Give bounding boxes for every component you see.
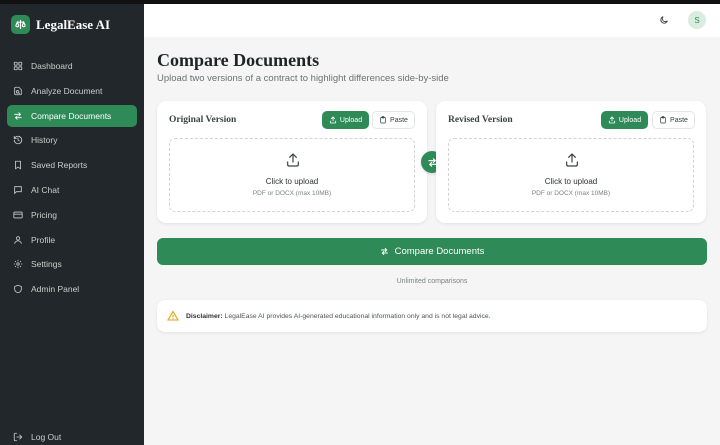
avatar[interactable]: S bbox=[688, 11, 706, 29]
sidebar-item-profile[interactable]: Profile bbox=[7, 229, 137, 251]
paste-label: Paste bbox=[670, 116, 688, 124]
sidebar-item-label: Pricing bbox=[31, 209, 57, 220]
sidebar-item-history[interactable]: History bbox=[7, 129, 137, 151]
sidebar-item-admin-panel[interactable]: Admin Panel bbox=[7, 278, 137, 300]
warning-icon bbox=[167, 310, 179, 321]
disclaimer-body: LegalEase AI provides AI-generated educa… bbox=[224, 312, 491, 320]
disclaimer-banner: Disclaimer: LegalEase AI provides AI-gen… bbox=[157, 300, 707, 332]
original-dropzone[interactable]: Click to upload PDF or DOCX (max 10MB) bbox=[169, 138, 415, 212]
logout-button[interactable]: Log Out bbox=[13, 432, 61, 442]
usage-note: Unlimited comparisons bbox=[396, 278, 468, 285]
clipboard-icon bbox=[660, 116, 666, 124]
brand[interactable]: LegalEase AI bbox=[11, 15, 110, 34]
paste-label: Paste bbox=[390, 116, 408, 124]
paste-button[interactable]: Paste bbox=[372, 111, 415, 129]
dropzone-title: Click to upload bbox=[265, 177, 319, 186]
disclaimer-text: Disclaimer: LegalEase AI provides AI-gen… bbox=[186, 313, 491, 320]
sidebar-item-label: Saved Reports bbox=[31, 160, 88, 171]
analyze-icon bbox=[13, 86, 23, 96]
user-icon bbox=[13, 235, 23, 245]
sidebar-item-saved-reports[interactable]: Saved Reports bbox=[7, 154, 137, 176]
sidebar-item-label: Admin Panel bbox=[31, 284, 80, 295]
dropzone-hint: PDF or DOCX (max 10MB) bbox=[252, 190, 332, 197]
logout-icon bbox=[13, 432, 23, 442]
moon-icon bbox=[660, 16, 668, 24]
clipboard-icon bbox=[380, 116, 386, 124]
logo-icon bbox=[11, 15, 30, 34]
sidebar-item-label: Settings bbox=[31, 259, 62, 270]
sidebar-item-dashboard[interactable]: Dashboard bbox=[7, 55, 137, 77]
sidebar-item-label: Compare Documents bbox=[31, 110, 112, 121]
original-version-card: Original Version Upload Paste Click to u… bbox=[157, 101, 427, 223]
sidebar-item-pricing[interactable]: Pricing bbox=[7, 204, 137, 226]
upload-icon bbox=[566, 153, 578, 167]
page-title: Compare Documents bbox=[157, 50, 320, 70]
upload-button[interactable]: Upload bbox=[322, 111, 369, 129]
compare-documents-button[interactable]: Compare Documents bbox=[157, 238, 707, 265]
bookmark-icon bbox=[13, 160, 23, 170]
card-title: Original Version bbox=[169, 115, 237, 125]
sidebar-nav: Dashboard Analyze Document Compare Docum… bbox=[7, 55, 137, 303]
sidebar-item-label: AI Chat bbox=[31, 184, 60, 195]
dropzone-hint: PDF or DOCX (max 10MB) bbox=[531, 190, 611, 197]
compare-icon bbox=[13, 111, 23, 121]
page-subtitle: Upload two versions of a contract to hig… bbox=[157, 73, 449, 84]
gear-icon bbox=[13, 259, 23, 269]
sidebar-item-compare-documents[interactable]: Compare Documents bbox=[7, 104, 137, 127]
upload-icon bbox=[329, 116, 336, 124]
sidebar-item-label: History bbox=[31, 135, 58, 146]
logout-label: Log Out bbox=[31, 432, 62, 442]
sidebar-item-ai-chat[interactable]: AI Chat bbox=[7, 179, 137, 201]
sidebar: LegalEase AI Dashboard Analyze Document … bbox=[0, 4, 144, 445]
card-icon bbox=[13, 210, 23, 220]
theme-toggle-button[interactable] bbox=[656, 12, 672, 28]
topbar: S bbox=[144, 4, 720, 37]
sidebar-item-label: Dashboard bbox=[31, 61, 73, 71]
paste-button[interactable]: Paste bbox=[652, 111, 695, 129]
revised-dropzone[interactable]: Click to upload PDF or DOCX (max 10MB) bbox=[448, 138, 694, 212]
sidebar-item-label: Analyze Document bbox=[31, 85, 103, 96]
history-icon bbox=[13, 135, 23, 145]
sidebar-item-settings[interactable]: Settings bbox=[7, 253, 137, 275]
upload-button[interactable]: Upload bbox=[601, 111, 648, 129]
upload-icon bbox=[287, 153, 299, 167]
upload-label: Upload bbox=[339, 116, 363, 124]
upload-label: Upload bbox=[618, 116, 642, 124]
shield-icon bbox=[13, 284, 23, 294]
compare-icon bbox=[380, 248, 388, 255]
dashboard-icon bbox=[13, 61, 23, 71]
disclaimer-label: Disclaimer: bbox=[186, 312, 223, 320]
card-title: Revised Version bbox=[448, 115, 513, 125]
compare-button-label: Compare Documents bbox=[394, 246, 485, 257]
app-name: LegalEase AI bbox=[36, 16, 111, 32]
upload-icon bbox=[608, 116, 615, 124]
sidebar-item-analyze-document[interactable]: Analyze Document bbox=[7, 80, 137, 102]
sidebar-item-label: Profile bbox=[31, 234, 56, 245]
revised-version-card: Revised Version Upload Paste Click to up… bbox=[436, 101, 706, 223]
dropzone-title: Click to upload bbox=[544, 177, 598, 186]
chat-icon bbox=[13, 185, 23, 195]
